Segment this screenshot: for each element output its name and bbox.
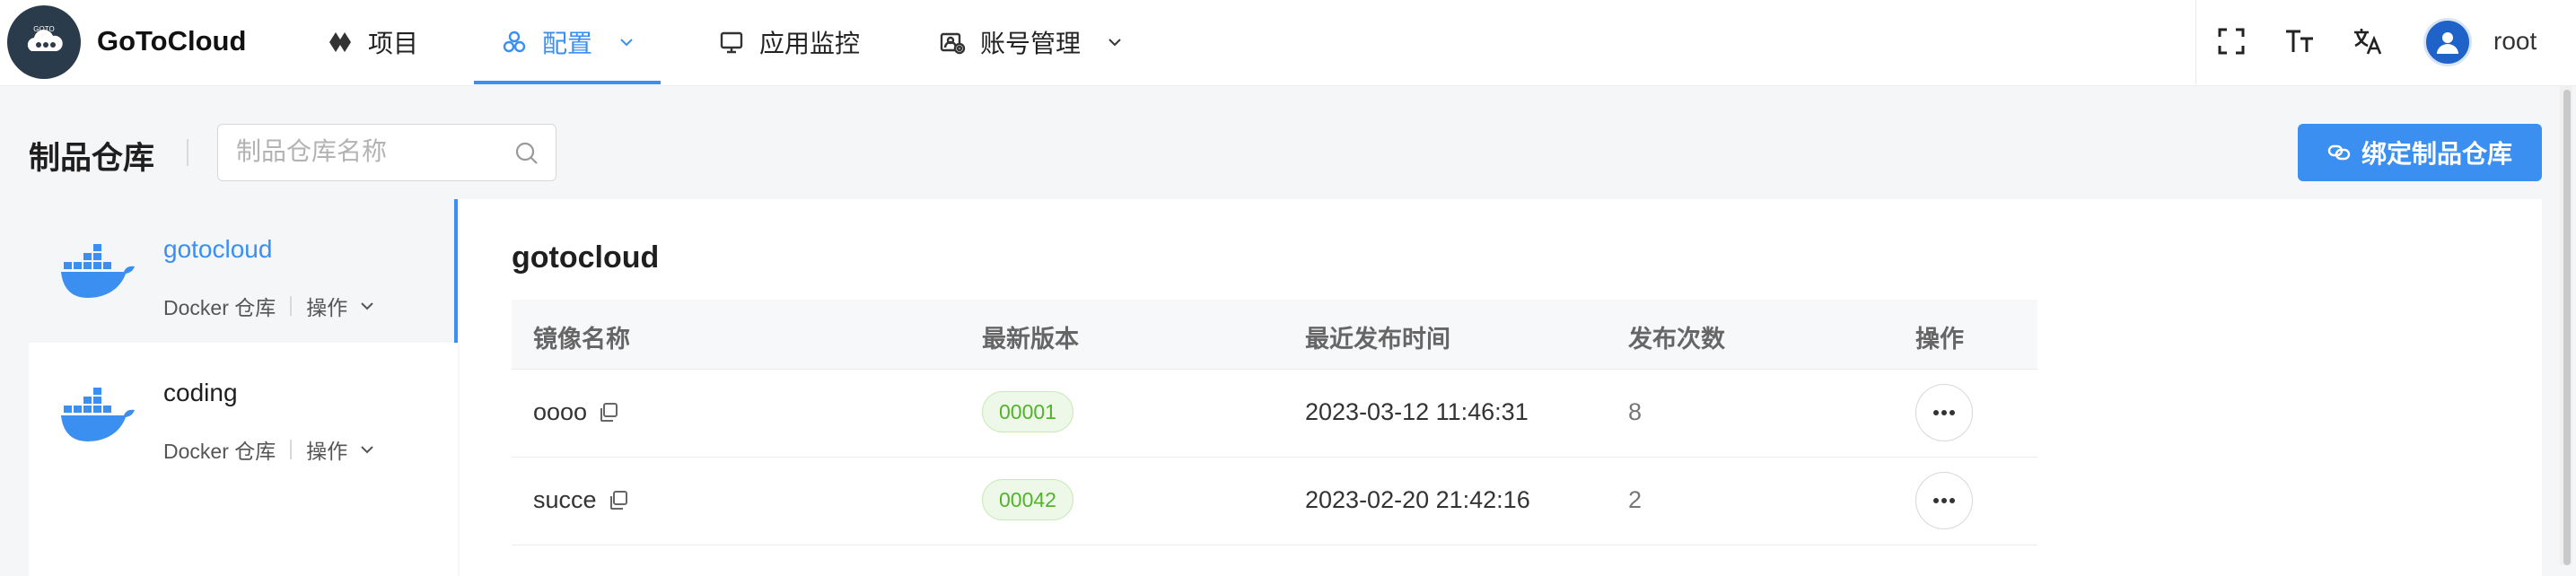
page-title: 制品仓库 (29, 141, 155, 176)
meta-divider (290, 440, 293, 459)
col-actions: 操作 (1915, 326, 1964, 353)
version-tag: 00042 (982, 479, 1073, 520)
repo-item-gotocloud[interactable]: gotocloud Docker 仓库 操作 (29, 199, 458, 343)
search-box[interactable] (217, 124, 556, 181)
docker-icon (61, 388, 135, 441)
repo-name: gotocloud (163, 235, 273, 263)
repo-ops-label: 操作 (306, 440, 348, 463)
translate-icon[interactable] (2352, 25, 2384, 57)
title-divider (187, 139, 188, 166)
publish-count: 8 (1628, 398, 1643, 425)
image-name-cell: oooo (533, 398, 619, 426)
config-icon (501, 29, 528, 56)
project-icon (327, 29, 354, 56)
version-tag: 00001 (982, 391, 1073, 432)
nav-item-monitor[interactable]: 应用监控 (718, 0, 860, 84)
account-icon (939, 29, 966, 56)
scrollbar-thumb[interactable] (2563, 90, 2571, 565)
image-name: oooo (533, 398, 588, 425)
font-size-icon[interactable] (2283, 25, 2316, 57)
col-image-name: 镜像名称 (533, 326, 630, 353)
publish-time: 2023-03-12 11:46:31 (1305, 398, 1529, 425)
username[interactable]: root (2493, 27, 2537, 56)
user-icon (2437, 32, 2458, 54)
more-actions-button[interactable] (1915, 384, 1973, 441)
chevron-down-icon (361, 446, 373, 454)
repo-detail-title: gotocloud (512, 240, 660, 275)
more-dots-icon (1933, 410, 1955, 415)
brand-name: GoToCloud (97, 25, 247, 57)
image-name: succe (533, 486, 597, 513)
repo-meta: Docker 仓库 操作 (163, 291, 374, 321)
repo-name: coding (163, 379, 238, 406)
repo-type: Docker 仓库 (163, 440, 276, 463)
nav-item-account[interactable]: 账号管理 (939, 0, 1122, 84)
copy-icon[interactable] (598, 402, 619, 423)
search-icon[interactable] (514, 141, 539, 166)
repo-item-coding[interactable]: coding Docker 仓库 操作 (29, 343, 458, 486)
nav-label-project: 项目 (368, 30, 419, 57)
table-header: 镜像名称 最新版本 最近发布时间 发布次数 操作 (512, 300, 2037, 370)
nav-item-project[interactable]: 项目 (327, 0, 418, 84)
repo-type: Docker 仓库 (163, 296, 276, 319)
more-actions-button[interactable] (1915, 472, 1973, 529)
repo-ops-dropdown[interactable]: 操作 (306, 434, 374, 465)
col-last-publish-time: 最近发布时间 (1305, 326, 1450, 353)
fullscreen-icon[interactable] (2215, 25, 2247, 57)
nav-label-config: 配置 (542, 30, 593, 57)
more-dots-icon (1933, 498, 1955, 503)
repo-detail-panel: gotocloud 镜像名称 最新版本 最近发布时间 发布次数 操作 oooo … (460, 199, 2542, 576)
nav-label-monitor: 应用监控 (759, 30, 861, 57)
repo-list: gotocloud Docker 仓库 操作 coding Docker 仓库 … (29, 199, 458, 576)
image-name-cell: succe (533, 486, 629, 514)
table-row: succe 00042 2023-02-20 21:42:16 2 (512, 458, 2037, 545)
table-row: oooo 00001 2023-03-12 11:46:31 8 (512, 370, 2037, 458)
chevron-down-icon (361, 302, 373, 310)
copy-icon[interactable] (608, 490, 629, 511)
user-avatar[interactable] (2423, 18, 2472, 66)
publish-count: 2 (1628, 486, 1643, 513)
nav-label-account: 账号管理 (980, 30, 1082, 57)
top-navbar: GOTO GoToCloud 项目 配置 应用监控 账号管理 root (0, 0, 2576, 86)
repo-meta: Docker 仓库 操作 (163, 434, 374, 465)
chevron-down-icon (1108, 39, 1121, 47)
meta-divider (290, 296, 293, 316)
search-input[interactable] (236, 137, 505, 166)
repo-ops-label: 操作 (306, 296, 348, 319)
toolbar-divider (2195, 0, 2196, 84)
link-icon (2327, 144, 2351, 161)
chevron-down-icon (620, 39, 633, 47)
publish-time: 2023-02-20 21:42:16 (1305, 486, 1530, 513)
col-publish-count: 发布次数 (1628, 326, 1725, 353)
docker-icon (61, 244, 135, 298)
app-logo[interactable]: GOTO (7, 5, 81, 79)
cloud-logo-icon: GOTO (27, 25, 63, 51)
monitor-icon (718, 29, 745, 56)
repo-ops-dropdown[interactable]: 操作 (306, 291, 374, 321)
col-latest-version: 最新版本 (982, 326, 1079, 353)
bind-repo-label: 绑定制品仓库 (2361, 140, 2512, 168)
nav-item-config[interactable]: 配置 (473, 0, 662, 84)
bind-repo-button[interactable]: 绑定制品仓库 (2298, 124, 2542, 181)
